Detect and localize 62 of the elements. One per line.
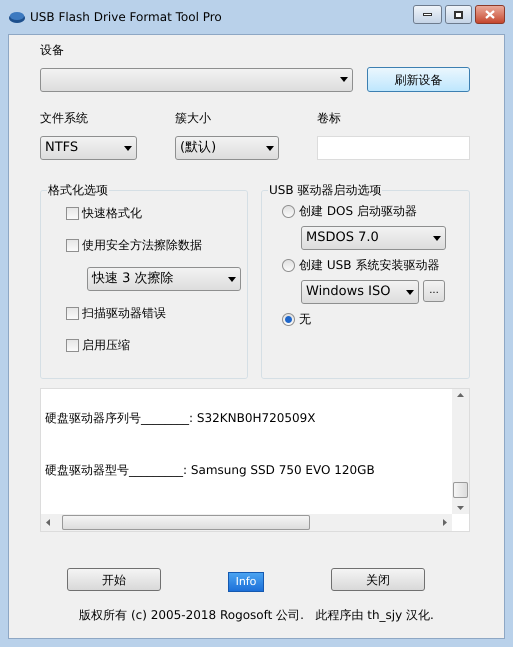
dropdown[interactable]: Windows ISO	[301, 280, 419, 304]
maximize-button[interactable]	[445, 5, 472, 24]
dropdown-arrow-icon	[266, 146, 274, 150]
dropdown-arrow-icon	[340, 77, 348, 82]
browse-button[interactable]: ...	[423, 280, 445, 302]
dropdown-arrow-icon	[228, 276, 236, 282]
checkbox[interactable]	[66, 338, 79, 352]
checkbox-label: 扫描驱动器错误	[82, 305, 166, 322]
scroll-left-icon[interactable]	[46, 519, 50, 526]
checkbox[interactable]	[66, 306, 79, 320]
group-title: USB 驱动器启动选项	[268, 182, 382, 199]
copyright-text: 版权所有 (c) 2005-2018 Rogosoft 公司. 此程序由 th_sjy 汉化.	[78, 607, 435, 624]
radio-label: 创建 DOS 启动驱动器	[299, 203, 417, 220]
info-button[interactable]: Info	[228, 572, 264, 592]
horizontal-scrollbar[interactable]	[41, 514, 452, 531]
scroll-up-icon[interactable]	[457, 393, 464, 397]
dropdown[interactable]: NTFS	[40, 136, 137, 160]
dropdown-value: NTFS	[45, 139, 78, 158]
log-label: 硬盘驱动器序列号________	[45, 410, 189, 427]
dropdown[interactable]: (默认)	[175, 136, 279, 160]
device-label: 设备	[40, 42, 65, 59]
log-value: : S32KNB0H720509X	[189, 410, 316, 427]
field-label: 卷标	[317, 110, 341, 127]
close-icon	[485, 10, 495, 19]
action-button[interactable]: 关闭	[331, 568, 425, 591]
vertical-scrollbar[interactable]	[452, 389, 469, 514]
radio-button[interactable]	[282, 312, 295, 326]
checkbox[interactable]	[66, 206, 79, 220]
dropdown-value: Windows ISO	[306, 283, 390, 302]
log-label: 硬盘驱动器型号_________	[45, 462, 183, 479]
refresh-button[interactable]: 刷新设备	[367, 67, 470, 92]
radio-button[interactable]	[282, 258, 295, 272]
radio-label: 创建 USB 系统安装驱动器	[299, 257, 440, 274]
log-value: : Samsung SSD 750 EVO 120GB	[183, 462, 375, 479]
dropdown[interactable]: 快速 3 次擦除	[87, 267, 241, 291]
checkbox-label: 启用压缩	[82, 337, 130, 354]
volume-label-field[interactable]	[317, 136, 470, 160]
dropdown[interactable]: MSDOS 7.0	[301, 226, 446, 250]
dropdown-value: MSDOS 7.0	[306, 229, 379, 248]
group-title: 格式化选项	[47, 182, 109, 199]
action-button[interactable]: 开始	[67, 568, 161, 591]
dropdown-arrow-icon	[433, 236, 441, 240]
window-title: USB Flash Drive Format Tool Pro	[30, 9, 222, 26]
checkbox-label: 使用安全方法擦除数据	[82, 237, 202, 254]
dropdown[interactable]	[40, 68, 353, 92]
scroll-thumb[interactable]	[453, 482, 468, 498]
close-button[interactable]	[475, 5, 505, 24]
scroll-down-icon[interactable]	[457, 506, 464, 510]
dropdown-arrow-icon	[406, 290, 414, 294]
checkbox[interactable]	[66, 238, 79, 252]
minimize-button[interactable]	[413, 5, 442, 24]
radio-button[interactable]	[282, 204, 295, 218]
scroll-right-icon[interactable]	[443, 519, 447, 526]
checkbox-label: 快速格式化	[82, 205, 142, 222]
scroll-thumb[interactable]	[62, 515, 310, 530]
dropdown-value: (默认)	[180, 139, 216, 158]
field-label: 簇大小	[175, 110, 212, 127]
field-label: 文件系统	[40, 110, 89, 127]
dropdown-arrow-icon	[124, 146, 132, 150]
drive-icon	[8, 10, 26, 24]
radio-label: 无	[299, 311, 311, 328]
dropdown-value: 快速 3 次擦除	[92, 270, 174, 288]
